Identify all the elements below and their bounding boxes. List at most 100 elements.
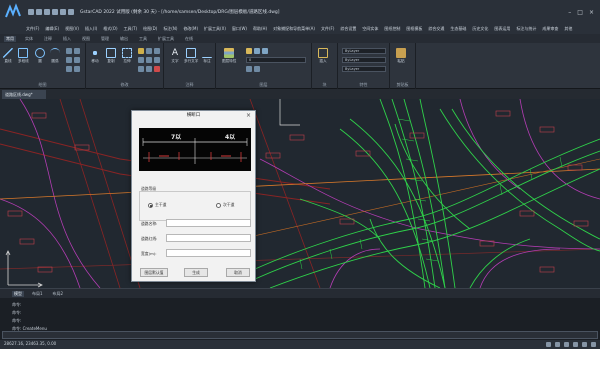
tab-layout1[interactable]: 布局1 [30, 291, 45, 297]
menu-item[interactable]: 文件(F) [321, 26, 334, 32]
menu-item[interactable]: 文件(F) [26, 26, 39, 32]
menu-item[interactable]: 其他 [564, 26, 572, 32]
mtext-tool[interactable]: 多行文字 [184, 48, 198, 64]
width-input[interactable] [166, 249, 251, 257]
osnap-icon[interactable] [582, 342, 587, 347]
layer-previous-icon[interactable] [254, 66, 260, 72]
mirror-icon[interactable] [138, 57, 144, 63]
tab-annotate[interactable]: 注释 [42, 36, 54, 42]
dialog-close-icon[interactable]: × [246, 111, 251, 121]
linetype-dropdown[interactable]: ByLayer [342, 57, 386, 63]
array-icon[interactable] [154, 57, 160, 63]
fillet-icon[interactable] [146, 57, 152, 63]
menu-item[interactable]: 图框模板 [406, 26, 422, 32]
tab-view[interactable]: 视图 [80, 36, 92, 42]
cancel-button[interactable]: 取消 [226, 268, 250, 277]
tab-output[interactable]: 输出 [118, 36, 130, 42]
move-tool[interactable]: 移动 [90, 48, 100, 64]
layer-on-icon[interactable] [246, 48, 252, 54]
tab-home[interactable]: 常用 [4, 35, 16, 42]
layer-freeze-icon[interactable] [254, 48, 260, 54]
open-file-icon[interactable] [36, 9, 42, 15]
minimize-button[interactable]: – [568, 9, 571, 16]
layer-default-button[interactable]: 图层默认值 [140, 268, 168, 277]
menu-item[interactable]: 空间实体 [362, 26, 378, 32]
snap-icon[interactable] [546, 342, 551, 347]
new-file-icon[interactable] [28, 9, 34, 15]
ortho-icon[interactable] [564, 342, 569, 347]
polyline-tool[interactable]: 多段线 [18, 48, 29, 64]
insert-block-tool[interactable]: 插入 [318, 48, 328, 64]
menu-item[interactable]: 对象捕捉和导航菜单(A) [273, 26, 315, 32]
menu-item[interactable]: 工具(T) [124, 26, 138, 32]
polar-icon[interactable] [573, 342, 578, 347]
document-tab[interactable]: 道路区线.dwg* [2, 90, 46, 99]
menu-item[interactable]: 图纸控制 [384, 26, 400, 32]
menu-item[interactable]: 绘图(D) [143, 26, 157, 32]
menu-item[interactable]: 生态基础 [450, 26, 466, 32]
menu-item[interactable]: 插入(I) [85, 26, 97, 32]
layer-match-icon[interactable] [246, 66, 252, 72]
tab-solid[interactable]: 实体 [23, 36, 35, 42]
tab-model[interactable]: 模型 [12, 290, 24, 297]
red-line-input[interactable] [166, 234, 251, 242]
menu-item[interactable]: 修改(M) [183, 26, 198, 32]
scale-icon[interactable] [138, 66, 144, 72]
trim-icon[interactable] [146, 48, 152, 54]
settings-icon[interactable] [591, 342, 596, 347]
app-logo[interactable] [2, 1, 24, 23]
radio-secondary-road[interactable]: 次干道 [216, 202, 234, 208]
drawing-canvas[interactable] [0, 99, 600, 288]
paste-tool[interactable]: 粘贴 [396, 48, 406, 64]
rotate-icon[interactable] [138, 48, 144, 54]
menu-item[interactable]: 成果审查 [542, 26, 558, 32]
menu-item[interactable]: 图表运用 [494, 26, 510, 32]
spline-icon[interactable] [66, 66, 72, 72]
menu-item[interactable]: 综合设置 [340, 26, 356, 32]
lineweight-dropdown[interactable]: ByLayer [342, 66, 386, 72]
tab-insert[interactable]: 插入 [61, 36, 73, 42]
offset-icon[interactable] [146, 66, 152, 72]
color-dropdown[interactable]: ByLayer [342, 48, 386, 54]
print-icon[interactable] [68, 9, 74, 15]
menu-item[interactable]: 格式(O) [103, 26, 117, 32]
close-button[interactable]: × [589, 9, 594, 16]
menu-item[interactable]: 综合交通 [428, 26, 444, 32]
menu-item[interactable]: 编辑(E) [45, 26, 59, 32]
layer-dropdown[interactable]: 0 [246, 57, 306, 63]
generate-button[interactable]: 生成 [184, 268, 208, 277]
point-icon[interactable] [74, 57, 80, 63]
line-tool[interactable]: 直线 [3, 48, 13, 64]
tab-manage[interactable]: 管理 [99, 36, 111, 42]
circle-tool[interactable]: 圆 [35, 48, 45, 64]
region-icon[interactable] [74, 66, 80, 72]
tab-express-tools[interactable]: 扩展工具 [156, 36, 176, 42]
stretch-tool[interactable]: 拉伸 [122, 48, 132, 64]
dimension-tool[interactable]: 标注 [202, 48, 212, 64]
maximize-button[interactable]: □ [577, 9, 583, 16]
menu-item[interactable]: 标注(N) [163, 26, 177, 32]
save-icon[interactable] [44, 9, 50, 15]
redo-icon[interactable] [60, 9, 66, 15]
menu-item[interactable]: 窗口(W) [232, 26, 247, 32]
menu-item[interactable]: 帮助(H) [253, 26, 267, 32]
menu-item[interactable]: 扩展工具(X) [204, 26, 226, 32]
menu-item[interactable]: 历史文化 [472, 26, 488, 32]
radio-main-road[interactable]: 主干道 [148, 202, 166, 208]
command-input[interactable] [2, 331, 598, 339]
erase-icon[interactable] [154, 66, 160, 72]
menu-item[interactable]: 视图(V) [65, 26, 79, 32]
layer-lock-icon[interactable] [262, 48, 268, 54]
text-tool[interactable]: A 文字 [170, 48, 180, 64]
tab-layout2[interactable]: 布局2 [51, 291, 66, 297]
hatch-icon[interactable] [66, 57, 72, 63]
copy-tool[interactable]: 复制 [106, 48, 116, 64]
undo-icon[interactable] [52, 9, 58, 15]
grid-icon[interactable] [555, 342, 560, 347]
road-name-input[interactable] [166, 219, 251, 227]
layer-properties-tool[interactable]: 图层特性 [222, 48, 236, 64]
menu-item[interactable]: 标注与统计 [516, 26, 536, 32]
extend-icon[interactable] [154, 48, 160, 54]
ellipse-icon[interactable] [74, 48, 80, 54]
tab-online[interactable]: 在线 [183, 36, 195, 42]
